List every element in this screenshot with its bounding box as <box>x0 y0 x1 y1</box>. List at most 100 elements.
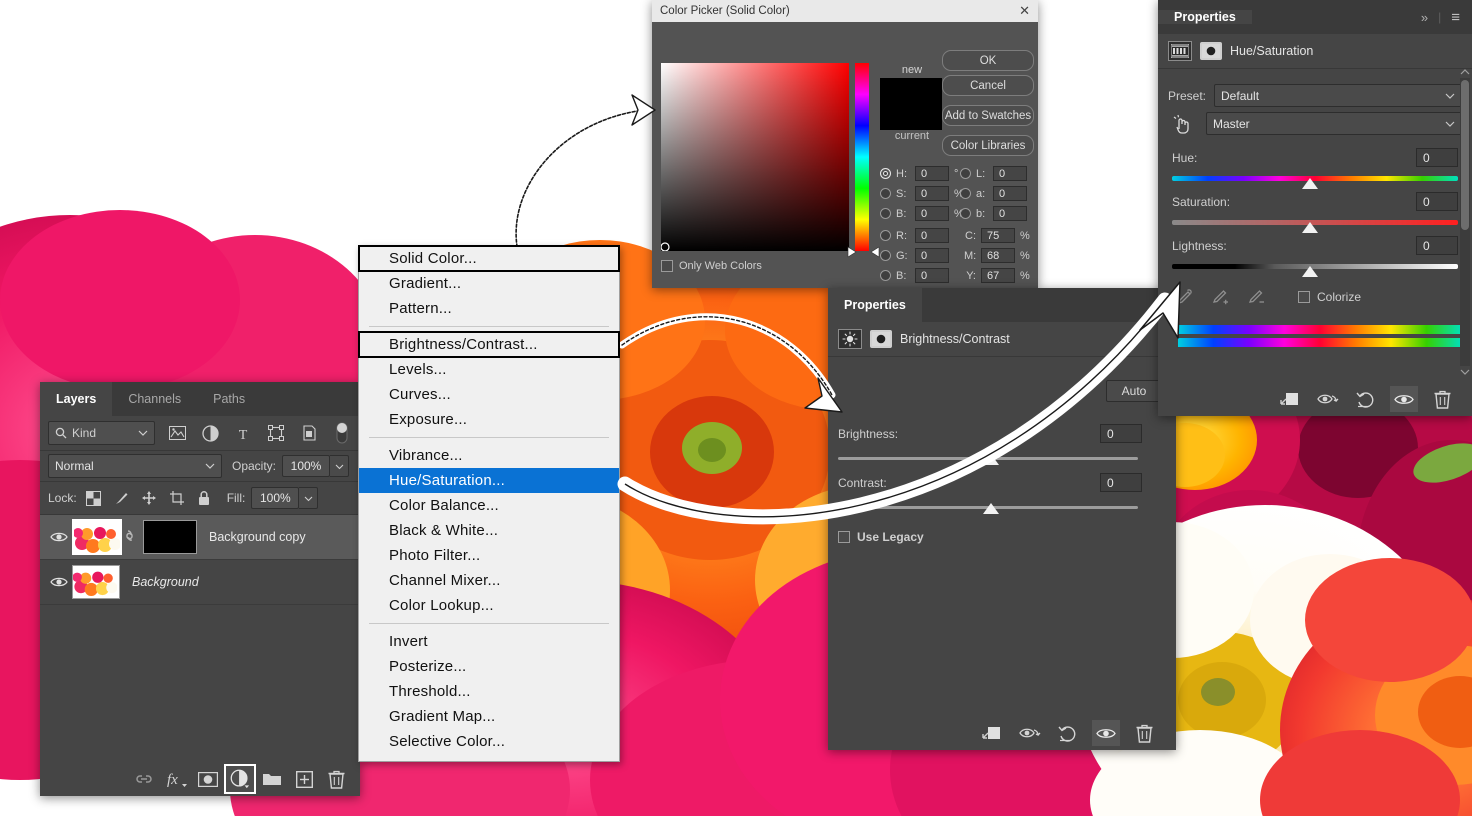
color-range-bar-result[interactable] <box>1178 338 1462 347</box>
field-y[interactable]: 67 <box>981 268 1015 283</box>
delete-layer-icon[interactable] <box>322 766 350 792</box>
layer-visibility-toggle[interactable] <box>46 576 72 588</box>
only-web-colors-checkbox[interactable] <box>661 260 673 272</box>
menu-item-selective-color[interactable]: Selective Color... <box>359 729 619 754</box>
colorize-row[interactable]: Colorize <box>1298 290 1361 304</box>
use-legacy-row[interactable]: Use Legacy <box>838 530 924 544</box>
cancel-button[interactable]: Cancel <box>942 75 1034 96</box>
fill-value[interactable]: 100% <box>251 487 300 509</box>
colorize-checkbox[interactable] <box>1298 291 1310 303</box>
layer-visibility-toggle[interactable] <box>46 531 72 543</box>
opacity-value[interactable]: 100% <box>282 455 331 477</box>
menu-item-curves[interactable]: Curves... <box>359 382 619 407</box>
radio-b-lab[interactable] <box>960 208 971 219</box>
radio-b-rgb[interactable] <box>880 270 891 281</box>
lightness-slider-knob[interactable] <box>1302 266 1318 277</box>
tab-properties[interactable]: Properties <box>828 288 922 322</box>
menu-item-photo-filter[interactable]: Photo Filter... <box>359 543 619 568</box>
clip-to-layer-icon[interactable] <box>1276 386 1304 412</box>
field-l[interactable]: 0 <box>993 166 1027 181</box>
brightness-slider-knob[interactable] <box>983 454 999 465</box>
layer-styles-fx-icon[interactable]: fx <box>162 766 190 792</box>
toggle-visibility-icon[interactable] <box>1390 386 1418 412</box>
layer-mask-thumbnail[interactable] <box>143 520 197 554</box>
delete-adjustment-icon[interactable] <box>1428 386 1456 412</box>
lock-all-icon[interactable] <box>197 490 211 506</box>
scroll-down-icon[interactable] <box>1460 368 1470 376</box>
blend-mode-select[interactable]: Normal <box>48 454 222 478</box>
field-m[interactable]: 68 <box>981 248 1015 263</box>
view-previous-state-icon[interactable] <box>1314 386 1342 412</box>
menu-item-gradient[interactable]: Gradient... <box>359 271 619 296</box>
brightness-value[interactable]: 0 <box>1100 424 1142 443</box>
new-group-icon[interactable] <box>258 766 286 792</box>
new-layer-icon[interactable] <box>290 766 318 792</box>
menu-item-levels[interactable]: Levels... <box>359 357 619 382</box>
scroll-up-icon[interactable] <box>1460 68 1470 76</box>
field-s[interactable]: 0 <box>915 186 949 201</box>
reset-icon[interactable] <box>1352 386 1380 412</box>
new-color-swatch[interactable] <box>880 78 942 130</box>
delete-adjustment-icon[interactable] <box>1130 720 1158 746</box>
radio-g[interactable] <box>880 250 891 261</box>
view-previous-state-icon[interactable] <box>1016 720 1044 746</box>
smart-object-filter-icon[interactable] <box>299 423 319 443</box>
toggle-visibility-icon[interactable] <box>1092 720 1120 746</box>
pixel-layer-filter-icon[interactable] <box>167 423 187 443</box>
field-b-brightness[interactable]: 0 <box>915 206 949 221</box>
link-layers-icon[interactable] <box>130 766 158 792</box>
eyedropper-icon[interactable] <box>1176 288 1194 306</box>
on-image-adjustment-hand-icon[interactable] <box>1168 113 1196 135</box>
menu-item-solid-color[interactable]: Solid Color... <box>358 245 620 272</box>
scrollbar[interactable] <box>1460 69 1470 375</box>
reset-icon[interactable] <box>1054 720 1082 746</box>
only-web-colors-row[interactable]: Only Web Colors <box>661 260 762 272</box>
layer-mask-link-icon[interactable] <box>124 527 135 548</box>
adjustment-layer-filter-icon[interactable] <box>200 423 220 443</box>
lightness-value[interactable]: 0 <box>1416 236 1458 255</box>
layer-thumbnail[interactable] <box>72 565 120 599</box>
radio-a[interactable] <box>960 188 971 199</box>
table-row[interactable]: Background copy <box>40 515 360 560</box>
add-to-swatches-button[interactable]: Add to Swatches <box>942 105 1034 126</box>
tab-layers[interactable]: Layers <box>40 382 113 416</box>
preset-select[interactable]: Default <box>1214 84 1462 107</box>
menu-item-pattern[interactable]: Pattern... <box>359 296 619 321</box>
menu-item-hue-saturation[interactable]: Hue/Saturation... <box>359 468 619 493</box>
menu-item-vibrance[interactable]: Vibrance... <box>359 443 619 468</box>
new-adjustment-layer-icon[interactable] <box>224 764 256 794</box>
menu-item-invert[interactable]: Invert <box>359 629 619 654</box>
eyedropper-subtract-icon[interactable] <box>1248 288 1266 306</box>
radio-s[interactable] <box>880 188 891 199</box>
lock-position-icon[interactable] <box>141 490 157 506</box>
layer-mask-thumbnail-icon[interactable] <box>1200 42 1222 60</box>
contrast-slider-knob[interactable] <box>983 503 999 514</box>
eyedropper-add-icon[interactable] <box>1212 288 1230 306</box>
saturation-slider-knob[interactable] <box>1302 222 1318 233</box>
type-layer-filter-icon[interactable]: T <box>233 423 253 443</box>
lock-artboard-nesting-icon[interactable] <box>169 490 185 506</box>
fill-stepper[interactable] <box>299 487 319 509</box>
menu-item-brightness-contrast[interactable]: Brightness/Contrast... <box>358 331 620 358</box>
use-legacy-checkbox[interactable] <box>838 531 850 543</box>
menu-item-gradient-map[interactable]: Gradient Map... <box>359 704 619 729</box>
radio-l[interactable] <box>960 168 971 179</box>
table-row[interactable]: Background <box>40 560 360 605</box>
menu-item-color-balance[interactable]: Color Balance... <box>359 493 619 518</box>
layer-mask-thumbnail-icon[interactable] <box>870 330 892 348</box>
field-r[interactable]: 0 <box>915 228 949 243</box>
menu-item-channel-mixer[interactable]: Channel Mixer... <box>359 568 619 593</box>
scrollbar-thumb[interactable] <box>1461 80 1469 230</box>
channel-select[interactable]: Master <box>1206 112 1462 135</box>
radio-b-brightness[interactable] <box>880 208 891 219</box>
panel-menu-icon[interactable]: ≡ <box>1451 9 1460 26</box>
menu-item-color-lookup[interactable]: Color Lookup... <box>359 593 619 618</box>
tab-properties[interactable]: Properties <box>1158 10 1252 24</box>
layer-thumbnail[interactable] <box>72 519 122 555</box>
filter-toggle-switch-icon[interactable] <box>332 422 352 444</box>
ok-button[interactable]: OK <box>942 50 1034 71</box>
field-b-lab[interactable]: 0 <box>993 206 1027 221</box>
field-g[interactable]: 0 <box>915 248 949 263</box>
field-b-rgb[interactable]: 0 <box>915 268 949 283</box>
tab-channels[interactable]: Channels <box>112 382 197 416</box>
